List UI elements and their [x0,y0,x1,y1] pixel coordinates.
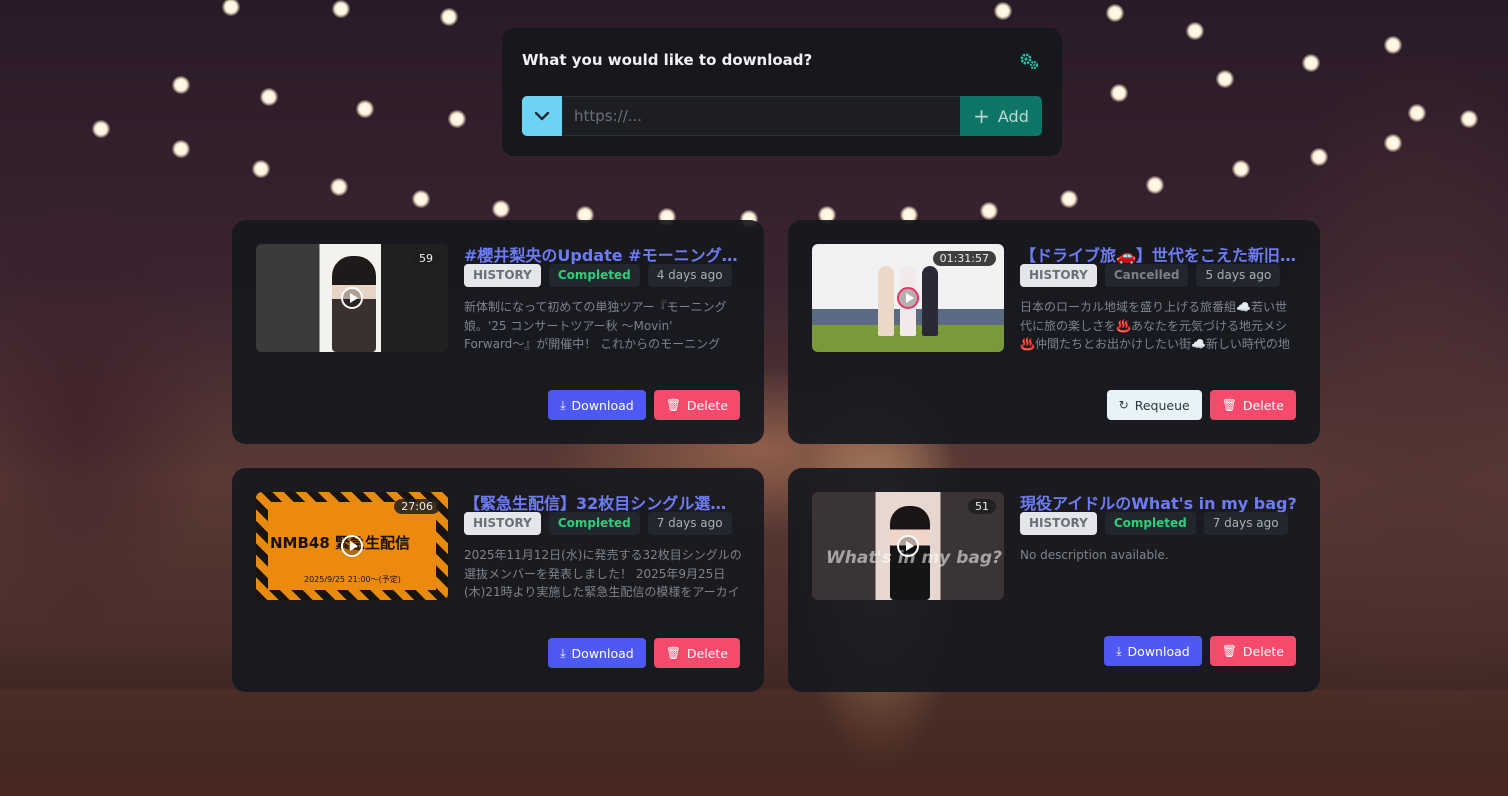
download-panel: What you would like to download? + Add [502,28,1062,156]
download-icon: ⤓ [560,646,566,660]
trash-icon: 🗑 [1221,398,1237,412]
video-thumbnail[interactable]: NMB48 緊急生配信 2025/9/25 21:00〜(予定) 27:06 [256,492,448,600]
video-title[interactable]: 【ドライブ旅🚗】世代をこえた新旧メンバー [1020,242,1298,266]
video-card: 01:31:57 【ドライブ旅🚗】世代をこえた新旧メンバー HISTORY Ca… [788,220,1320,444]
requeue-label: Requeue [1134,397,1190,413]
add-button[interactable]: + Add [960,96,1042,136]
requeue-button[interactable]: ↻ Requeue [1106,390,1202,420]
download-button[interactable]: ⤓ Download [1104,636,1202,666]
video-card: NMB48 緊急生配信 2025/9/25 21:00〜(予定) 27:06 【… [232,468,764,692]
download-button[interactable]: ⤓ Download [548,638,646,668]
card-actions: ↻ Requeue 🗑 Delete [1106,390,1296,420]
plus-icon: + [973,104,990,128]
badge-row: HISTORY Completed 7 days ago [464,512,732,535]
delete-button[interactable]: 🗑 Delete [653,638,740,668]
video-description: 新体制になって初めての単独ツアー『モーニング娘。'25 コンサートツアー秋 〜M… [464,300,727,351]
source-badge: HISTORY [464,264,541,287]
card-actions: ⤓ Download 🗑 Delete [548,638,740,668]
download-label: Download [571,397,634,413]
delete-label: Delete [686,397,728,413]
card-actions: ⤓ Download 🗑 Delete [548,390,740,420]
thumbnail-person [878,266,894,336]
status-badge: Completed [1104,512,1196,535]
age-badge: 7 days ago [1203,512,1288,535]
options-toggle-button[interactable] [522,96,562,136]
video-card: What's in my bag? 51 現役アイドルのWhat's in my… [788,468,1320,692]
trash-icon: 🗑 [665,646,681,660]
card-actions: ⤓ Download 🗑 Delete [1104,636,1296,666]
play-icon[interactable] [341,287,363,309]
delete-button[interactable]: 🗑 Delete [1209,390,1296,420]
badge-row: HISTORY Cancelled 5 days ago [1020,264,1281,287]
video-description: 日本のローカル地域を盛り上げる旅番組☁️若い世代に旅の楽しさを♨️あなたを元気づ… [1020,300,1290,351]
add-button-label: Add [997,106,1029,126]
chevron-down-icon [534,111,550,121]
video-description: No description available. [1020,548,1169,562]
cogs-icon[interactable] [1018,51,1040,71]
delete-label: Delete [1242,643,1284,659]
download-label: Download [571,645,634,661]
badge-row: HISTORY Completed 7 days ago [1020,512,1288,535]
age-badge: 5 days ago [1196,264,1281,287]
source-badge: HISTORY [1020,264,1097,287]
video-thumbnail[interactable]: 59 [256,244,448,352]
play-icon[interactable] [897,535,919,557]
age-badge: 7 days ago [647,512,732,535]
video-card: 59 #櫻井梨央のUpdate #モーニング娘。'25 HISTORY Comp… [232,220,764,444]
redo-icon: ↻ [1118,398,1129,412]
status-badge: Completed [548,512,640,535]
video-thumbnail[interactable]: 01:31:57 [812,244,1004,352]
duration-badge: 51 [968,499,996,514]
download-label: Download [1127,643,1190,659]
video-description: 2025年11月12日(水)に発売する32枚目シングルの選抜メンバーを発表しまし… [464,548,742,599]
thumbnail-text: NMB48 緊急生配信 [270,534,411,552]
status-badge: Completed [548,264,640,287]
play-icon[interactable] [897,287,919,309]
trash-icon: 🗑 [665,398,681,412]
background-alley-floor [0,690,1508,796]
video-title[interactable]: #櫻井梨央のUpdate #モーニング娘。'25 [464,242,742,266]
thumbnail-subtext: 2025/9/25 21:00〜(予定) [304,575,401,584]
delete-button[interactable]: 🗑 Delete [1209,636,1296,666]
delete-label: Delete [686,645,728,661]
download-icon: ⤓ [560,398,566,412]
duration-badge: 59 [412,251,440,266]
play-icon[interactable] [341,535,363,557]
panel-title: What you would like to download? [522,51,813,69]
trash-icon: 🗑 [1221,644,1237,658]
video-title[interactable]: 【緊急生配信】32枚目シングル選抜メンバー発表 [464,490,742,514]
status-badge: Cancelled [1104,264,1189,287]
url-input[interactable] [562,96,960,136]
age-badge: 4 days ago [647,264,732,287]
download-button[interactable]: ⤓ Download [548,390,646,420]
url-row: + Add [522,96,1042,136]
thumbnail-person [922,266,938,336]
settings-cogs-icon [1020,53,1039,70]
delete-label: Delete [1242,397,1284,413]
duration-badge: 27:06 [394,499,440,514]
delete-button[interactable]: 🗑 Delete [653,390,740,420]
download-icon: ⤓ [1116,644,1122,658]
video-thumbnail[interactable]: What's in my bag? 51 [812,492,1004,600]
duration-badge: 01:31:57 [932,251,996,266]
badge-row: HISTORY Completed 4 days ago [464,264,732,287]
video-title[interactable]: 現役アイドルのWhat's in my bag? [1020,490,1298,514]
source-badge: HISTORY [1020,512,1097,535]
source-badge: HISTORY [464,512,541,535]
